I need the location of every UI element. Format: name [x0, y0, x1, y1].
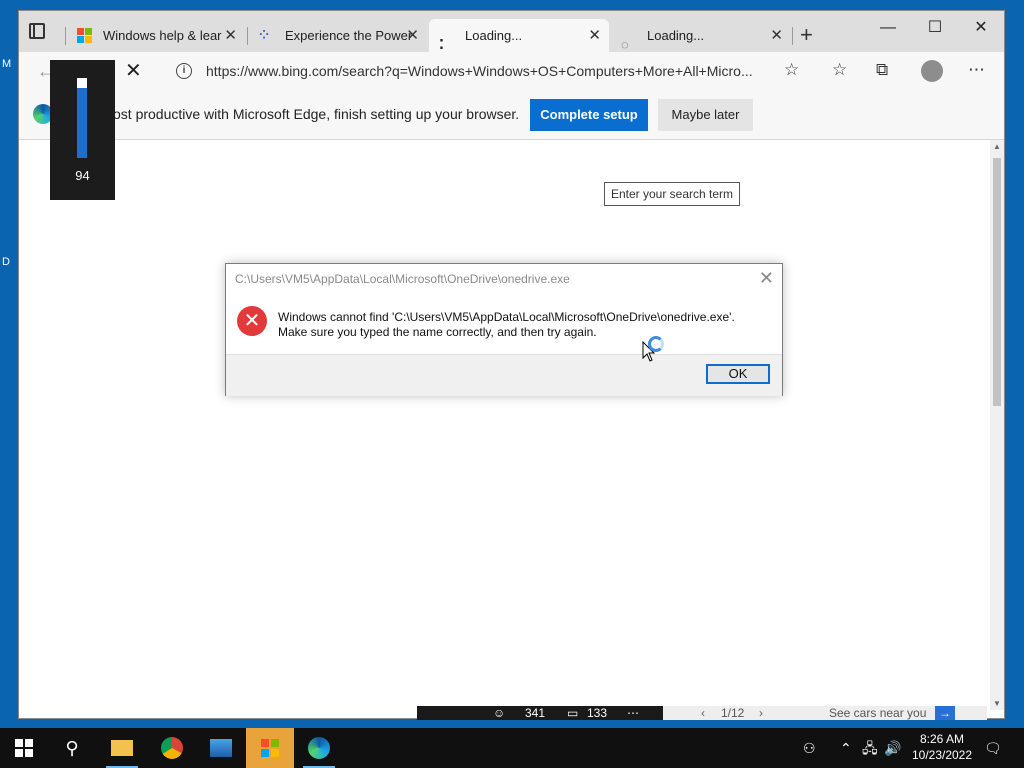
- tab-actions-icon[interactable]: [29, 23, 45, 39]
- more-icon[interactable]: ⋯: [627, 706, 639, 720]
- see-cars-link[interactable]: See cars near you: [829, 706, 926, 720]
- pager-count: 1/12: [721, 706, 745, 720]
- clock-date: 10/23/2022: [911, 748, 973, 762]
- maybe-later-button[interactable]: Maybe later: [658, 99, 753, 131]
- photos-icon: [210, 738, 232, 757]
- tab-windows-help[interactable]: Windows help & lear ✕: [67, 19, 245, 52]
- tab-bar: Windows help & lear ✕ ⁘ Experience the P…: [19, 11, 1004, 52]
- navigation-toolbar: ← ✕ i https://www.bing.com/search?q=Wind…: [19, 52, 1004, 92]
- volume-value: 94: [75, 168, 90, 183]
- store-icon: [261, 738, 279, 757]
- volume-icon[interactable]: 🔊: [884, 728, 901, 768]
- chrome-icon: [161, 736, 183, 759]
- tab-title: Loading...: [647, 28, 705, 43]
- strip-dark-section: ☺ 341 ▭ 133 ⋯: [417, 706, 663, 720]
- loading-dots-icon: ⁘: [259, 28, 270, 42]
- settings-more-icon[interactable]: ⋯: [968, 60, 985, 80]
- edge-icon: [308, 736, 330, 759]
- complete-setup-button[interactable]: Complete setup: [530, 99, 648, 131]
- dialog-message-line: Make sure you typed the name correctly, …: [278, 325, 597, 339]
- volume-slider[interactable]: [77, 78, 87, 158]
- next-arrow-icon[interactable]: ›: [759, 706, 763, 720]
- microsoft-logo-icon: [77, 28, 93, 44]
- info-icon[interactable]: i: [176, 63, 192, 79]
- search-icon[interactable]: ⚲: [48, 728, 96, 768]
- close-tab-icon[interactable]: ✕: [588, 19, 601, 52]
- search-input[interactable]: Enter your search term: [604, 182, 740, 206]
- profile-avatar[interactable]: [921, 60, 943, 82]
- dialog-title: C:\Users\VM5\AppData\Local\Microsoft\One…: [235, 272, 570, 286]
- ok-button[interactable]: OK: [706, 364, 770, 384]
- minimize-button[interactable]: —: [865, 15, 911, 45]
- desktop-edge: M D: [0, 0, 18, 728]
- microsoft-store-button[interactable]: [246, 728, 294, 768]
- dialog-message: Windows cannot find 'C:\Users\VM5\AppDat…: [278, 310, 735, 340]
- vertical-scrollbar[interactable]: ▲ ▼: [990, 140, 1004, 710]
- strip-light-section: ‹ 1/12 › See cars near you →: [663, 706, 987, 720]
- notifications-icon[interactable]: 🗨: [984, 728, 1002, 768]
- start-button[interactable]: [0, 728, 48, 768]
- clock-time: 8:26 AM: [919, 732, 965, 746]
- taskbar: ⚲ ⚇ ⌃ 🖧 🔊 8:26 AM 10/23/2022 🗨: [0, 728, 1024, 768]
- desktop-char: D: [2, 256, 10, 268]
- new-tab-button[interactable]: +: [800, 20, 813, 50]
- dialog-close-icon[interactable]: ✕: [759, 268, 774, 289]
- scroll-thumb[interactable]: [993, 158, 1001, 406]
- window-close-button[interactable]: ✕: [958, 15, 1004, 45]
- edge-button[interactable]: [295, 728, 343, 768]
- tab-experience-power[interactable]: ⁘ Experience the Power ✕: [249, 19, 427, 52]
- tab-title: Loading...: [465, 28, 523, 43]
- scroll-down-icon[interactable]: ▼: [993, 699, 1001, 708]
- photos-button[interactable]: [197, 728, 245, 768]
- close-tab-icon[interactable]: ✕: [770, 19, 783, 52]
- page-content: Enter your search term ☺ 341 ▭ 133 ⋯ ‹ 1…: [19, 140, 1004, 720]
- maximize-button[interactable]: ☐: [912, 15, 958, 45]
- show-hidden-icons-chevron-icon[interactable]: ⌃: [840, 728, 852, 768]
- loading-dots-icon: ⁚: [439, 37, 444, 52]
- setup-infobar: ost productive with Microsoft Edge, fini…: [19, 92, 1004, 140]
- tab-separator: [792, 27, 793, 45]
- system-clock[interactable]: 8:26 AM 10/23/2022: [906, 731, 978, 763]
- close-tab-icon[interactable]: ✕: [406, 19, 419, 52]
- volume-level-fill: [77, 83, 87, 158]
- desktop-char: M: [2, 58, 12, 70]
- prev-arrow-icon[interactable]: ‹: [701, 706, 705, 720]
- collections-icon[interactable]: ⧉: [876, 60, 888, 80]
- address-bar[interactable]: https://www.bing.com/search?q=Windows+Wi…: [206, 63, 776, 79]
- comment-count: 133: [587, 706, 608, 720]
- infobar-message: ost productive with Microsoft Edge, fini…: [113, 106, 520, 122]
- tab-title: Windows help & lear: [103, 28, 222, 43]
- tab-loading[interactable]: ◌ Loading... ✕: [611, 19, 791, 52]
- tab-title: Experience the Power: [285, 28, 413, 43]
- dialog-message-line: Windows cannot find 'C:\Users\VM5\AppDat…: [278, 310, 735, 324]
- arrow-right-icon[interactable]: →: [935, 706, 955, 720]
- comment-icon: ▭: [567, 706, 579, 720]
- reaction-icon: ☺: [493, 706, 506, 720]
- tab-separator: [247, 27, 248, 45]
- scroll-up-icon[interactable]: ▲: [993, 142, 1001, 151]
- add-favorite-icon[interactable]: ☆: [784, 60, 799, 80]
- error-icon: ✕: [237, 306, 267, 336]
- bottom-news-strip: ☺ 341 ▭ 133 ⋯ ‹ 1/12 › See cars near you…: [417, 706, 987, 720]
- tab-loading-active[interactable]: ⁚ Loading... ✕: [429, 19, 609, 52]
- stop-loading-icon[interactable]: ✕: [125, 58, 142, 83]
- chrome-button[interactable]: [148, 728, 196, 768]
- busy-spinner-icon: [648, 336, 664, 352]
- loading-spinner-icon: ◌: [621, 37, 629, 52]
- tab-separator: [65, 27, 66, 45]
- folder-icon: [111, 739, 133, 756]
- volume-knob[interactable]: [77, 78, 87, 88]
- error-dialog: C:\Users\VM5\AppData\Local\Microsoft\One…: [225, 263, 783, 396]
- network-icon[interactable]: 🖧: [862, 728, 878, 768]
- windows-logo-icon: [15, 738, 33, 757]
- file-explorer-button[interactable]: [98, 728, 146, 768]
- favorites-icon[interactable]: ☆: [832, 60, 847, 80]
- volume-flyout: 94: [50, 60, 115, 200]
- people-icon[interactable]: ⚇: [803, 728, 816, 768]
- reaction-count: 341: [525, 706, 546, 720]
- dialog-footer: OK: [226, 354, 782, 396]
- close-tab-icon[interactable]: ✕: [224, 19, 237, 52]
